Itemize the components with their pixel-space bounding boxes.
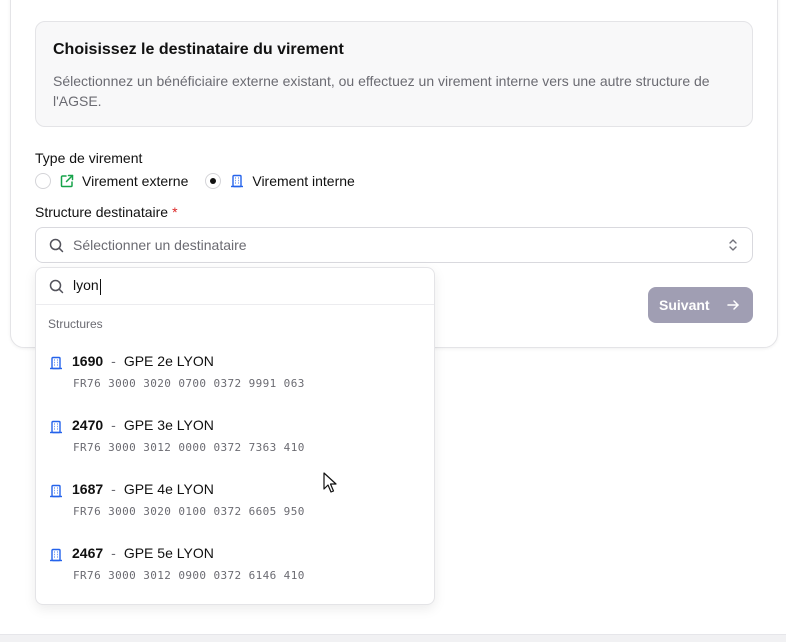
option-title: 1690- GPE 2e LYON — [72, 353, 214, 369]
chevron-up-down-icon — [729, 239, 737, 251]
dropdown-option[interactable]: 1690- GPE 2e LYON FR76 3000 3020 0700 037… — [36, 343, 434, 407]
option-internal-label[interactable]: Virement interne — [252, 173, 354, 189]
info-description: Sélectionnez un bénéficiaire externe exi… — [53, 73, 710, 109]
option-separator: - — [111, 545, 116, 561]
structure-dropdown: lyon Structures 1690- GPE 2e LYON FR76 30… — [35, 267, 435, 605]
option-iban: FR76 3000 3012 0000 0372 7363 410 — [73, 441, 305, 454]
option-code: 2470 — [72, 417, 104, 433]
option-iban: FR76 3000 3012 0900 0372 6146 410 — [73, 569, 305, 582]
transfer-type-radio-group: Virement externe Virement interne — [35, 170, 355, 192]
arrow-right-icon — [727, 300, 739, 310]
option-separator: - — [111, 353, 116, 369]
option-external-label[interactable]: Virement externe — [82, 173, 188, 189]
building-icon — [230, 174, 244, 188]
structure-label: Structure destinataire * — [35, 204, 178, 220]
radio-internal[interactable] — [205, 173, 222, 189]
option-separator: - — [111, 417, 116, 433]
option-code: 1690 — [72, 353, 104, 369]
page-footer-strip — [0, 634, 786, 642]
dropdown-option[interactable]: 1687- GPE 4e LYON FR76 3000 3020 0100 037… — [36, 471, 434, 535]
info-box: Choisissez le destinataire du virement S… — [35, 21, 753, 127]
mouse-cursor-icon — [323, 472, 337, 493]
required-asterisk: * — [172, 204, 178, 220]
info-title: Choisissez le destinataire du virement — [53, 41, 344, 58]
option-title: 2470- GPE 3e LYON — [72, 417, 214, 433]
structure-select-placeholder: Sélectionner un destinataire — [73, 237, 247, 253]
search-icon — [49, 279, 64, 293]
option-iban: FR76 3000 3020 0100 0372 6605 950 — [73, 505, 305, 518]
transfer-type-label: Type de virement — [35, 150, 143, 166]
radio-external[interactable] — [35, 173, 51, 189]
option-name: GPE 3e LYON — [123, 417, 214, 433]
option-code: 2467 — [72, 545, 104, 561]
option-code: 1687 — [72, 481, 104, 497]
next-button-label: Suivant — [659, 297, 710, 313]
option-title: 2467- GPE 5e LYON — [72, 545, 214, 561]
building-icon — [50, 548, 62, 562]
dropdown-group-label: Structures — [48, 317, 103, 331]
dropdown-search-value: lyon — [73, 277, 99, 294]
option-title: 1687- GPE 4e LYON — [72, 481, 214, 497]
structure-select[interactable]: Sélectionner un destinataire — [35, 227, 753, 263]
building-icon — [50, 356, 62, 370]
option-name: GPE 5e LYON — [123, 545, 214, 561]
external-link-icon — [60, 174, 74, 188]
radio-selected-dot — [210, 178, 217, 184]
option-iban: FR76 3000 3020 0700 0372 9991 063 — [73, 377, 305, 390]
dropdown-option[interactable]: 2470- GPE 3e LYON FR76 3000 3012 0000 037… — [36, 407, 434, 471]
building-icon — [50, 484, 62, 498]
option-name: GPE 4e LYON — [123, 481, 214, 497]
next-button[interactable]: Suivant — [648, 287, 753, 323]
structure-label-text: Structure destinataire — [35, 204, 169, 220]
option-name: GPE 2e LYON — [123, 353, 214, 369]
option-separator: - — [111, 481, 116, 497]
dropdown-search-input[interactable]: lyon — [73, 277, 101, 295]
dropdown-option[interactable]: 2467- GPE 5e LYON FR76 3000 3012 0900 037… — [36, 535, 434, 599]
search-icon — [49, 238, 64, 252]
text-caret — [99, 278, 101, 295]
dropdown-search[interactable]: lyon — [36, 268, 434, 305]
building-icon — [50, 420, 62, 434]
